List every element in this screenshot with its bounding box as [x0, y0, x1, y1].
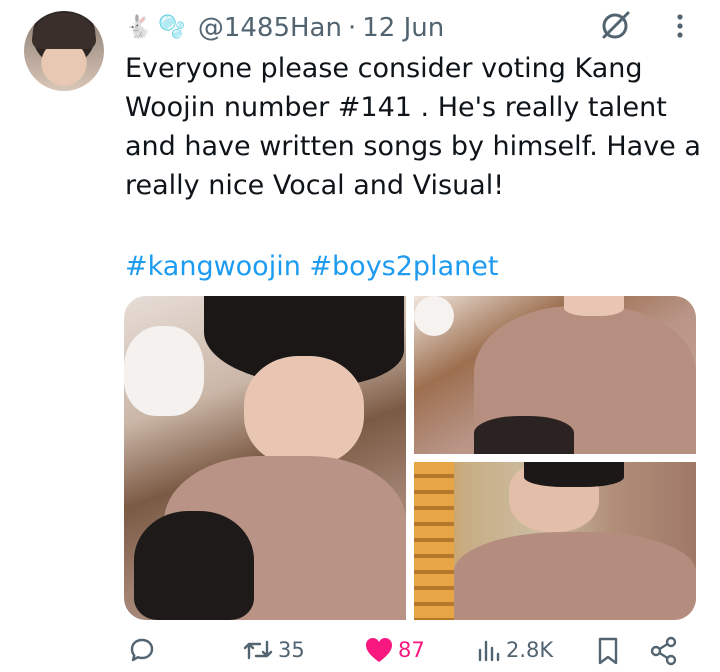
tweet-text: Everyone please consider voting Kang Woo… [125, 53, 710, 201]
retweet-icon [243, 640, 273, 660]
reply-icon [130, 638, 154, 662]
reply-button[interactable] [128, 636, 160, 664]
avatar[interactable] [24, 11, 104, 91]
grok-icon[interactable] [598, 8, 632, 42]
photo-3[interactable] [414, 462, 696, 620]
avatar-hat [32, 13, 96, 49]
header-separator: · [347, 13, 357, 43]
bubbles-emoji: 🫧 [158, 15, 186, 40]
tweet-header: 🐇 🫧 @1485Han · 12 Jun [125, 12, 444, 44]
tweet-date[interactable]: 12 Jun [362, 13, 444, 43]
like-button[interactable]: 87 [364, 636, 425, 664]
share-icon [650, 636, 677, 666]
retweet-button[interactable]: 35 [242, 636, 305, 664]
share-button[interactable] [649, 636, 679, 666]
photo-1[interactable] [124, 296, 406, 620]
views-icon [478, 640, 500, 662]
views-count: 2.8K [506, 638, 554, 662]
more-options-icon[interactable] [670, 12, 690, 40]
photo-2[interactable] [414, 296, 696, 454]
rabbit-emoji: 🐇 [125, 15, 153, 40]
views-button[interactable]: 2.8K [476, 636, 553, 664]
bookmark-icon [598, 637, 618, 665]
user-handle[interactable]: @1485Han [198, 13, 342, 43]
hashtags: #kangwoojin #boys2planet [125, 247, 498, 286]
bookmark-button[interactable] [596, 636, 620, 666]
retweet-count: 35 [278, 638, 305, 662]
tweet-actions: 35 87 2.8K [124, 636, 696, 672]
hashtag-boys2planet[interactable]: #boys2planet [309, 251, 498, 282]
like-count: 87 [398, 638, 425, 662]
hashtag-kangwoojin[interactable]: #kangwoojin [125, 251, 301, 282]
media-grid [124, 296, 696, 620]
heart-icon [366, 638, 392, 662]
